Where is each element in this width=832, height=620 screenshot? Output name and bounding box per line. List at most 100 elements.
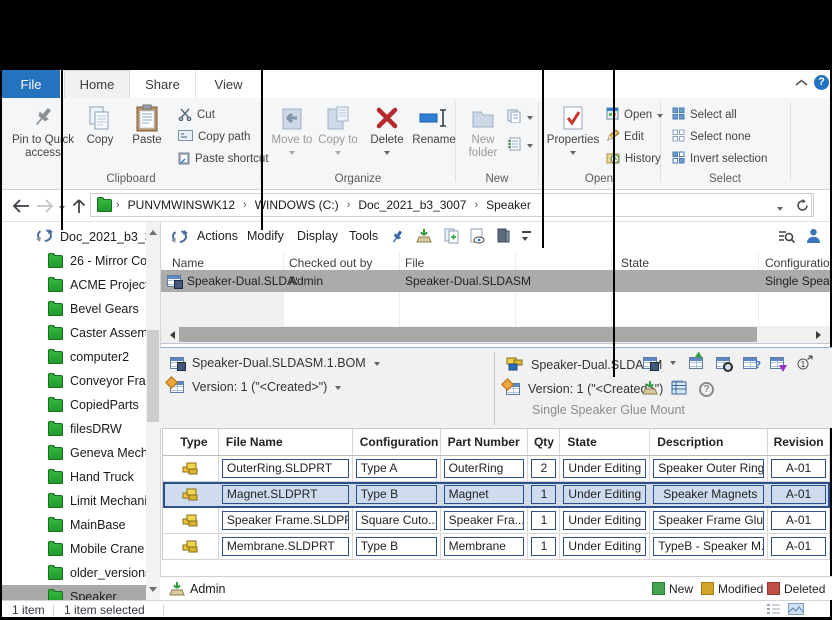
scroll-down-icon[interactable] [149, 587, 157, 596]
bom-cell-part-number[interactable]: Magnet [444, 485, 525, 504]
tab-home[interactable]: Home [64, 70, 130, 98]
bom-col-file-name[interactable]: File Name [219, 429, 353, 455]
bom-cell-description-modified[interactable]: Speaker Magnets [653, 485, 764, 504]
bom-cell-description[interactable]: TypeB - Speaker M... [653, 537, 764, 556]
tree-scrollbar-thumb[interactable] [147, 330, 159, 422]
menu-actions[interactable]: Actions [197, 229, 238, 243]
tree-item[interactable]: Bevel Gears [2, 297, 160, 321]
file-list-hscrollbar[interactable] [161, 326, 830, 344]
new-item-button[interactable] [507, 108, 533, 126]
breadcrumb-segment[interactable]: PUNVMWINSWK12 [124, 198, 239, 212]
bom-cell-part-number[interactable]: Membrane [444, 537, 525, 556]
pdm-search-icon[interactable] [778, 229, 795, 247]
bom-grid-view-icon[interactable] [671, 381, 687, 398]
bom-version-selector[interactable]: Version: 1 ("<Created>") [170, 380, 341, 394]
help-icon[interactable] [814, 75, 829, 90]
breadcrumb-segment[interactable]: WINDOWS (C:) [251, 198, 343, 212]
tree-item[interactable]: MainBase [2, 513, 160, 537]
bom-help-icon[interactable] [699, 382, 714, 397]
new-folder-button[interactable]: New folder [462, 102, 504, 160]
bom-col-configuration[interactable]: Configuration [353, 429, 441, 455]
move-to-button[interactable]: Move to [270, 102, 314, 158]
bom-cell-qty[interactable]: 1 [531, 511, 556, 530]
toolbar-overflow-icon[interactable] [522, 231, 531, 247]
copy-path-button[interactable]: Copy path [178, 128, 250, 146]
menu-tools[interactable]: Tools [349, 229, 378, 243]
bom-cell-file-name[interactable]: OuterRing.SLDPRT [222, 459, 349, 478]
select-all-button[interactable]: Select all [672, 106, 737, 124]
tree-item[interactable]: Hand Truck [2, 465, 160, 489]
compare-bom-icon[interactable] [716, 357, 730, 372]
preview-file-icon[interactable] [470, 228, 485, 247]
breadcrumb-segment[interactable]: Doc_2021_b3_3007 [354, 198, 470, 212]
check-in-bom-icon[interactable] [689, 357, 703, 372]
menu-modify[interactable]: Modify [247, 229, 284, 243]
bom-cell-file-name[interactable]: Membrane.SLDPRT [222, 537, 349, 556]
thumbnail-view-icon[interactable] [788, 603, 804, 618]
column-header-file[interactable]: File [405, 256, 505, 270]
details-view-icon[interactable] [766, 603, 781, 618]
bom-col-qty[interactable]: Qty [528, 429, 560, 455]
bom-cell-revision[interactable]: A-01 [771, 537, 826, 556]
column-header-name[interactable]: Name [172, 256, 272, 270]
copy-button[interactable]: Copy [78, 102, 122, 147]
tree-item[interactable]: computer2 [2, 345, 160, 369]
where-used-bom-icon[interactable]: ? [743, 357, 757, 372]
bom-row[interactable]: Membrane.SLDPRT Type B Membrane 1 Under … [163, 534, 830, 560]
tree-scrollbar[interactable] [146, 222, 160, 600]
bom-cell-revision[interactable]: A-01 [771, 485, 826, 504]
bom-row-selected[interactable]: Magnet.SLDPRT Type B Magnet 1 Under Edit… [163, 482, 830, 508]
save-bom-icon[interactable] [643, 357, 657, 372]
tree-item[interactable]: Geneva Mecha [2, 441, 160, 465]
pdm-user-icon[interactable] [806, 228, 821, 247]
bom-cell-configuration[interactable]: Type B [356, 537, 437, 556]
go-to-version-icon[interactable]: 1 [797, 355, 813, 373]
bom-cell-configuration[interactable]: Square Cuto... [356, 511, 437, 530]
copy-to-button[interactable]: Copy to [316, 102, 360, 158]
tab-file[interactable]: File [2, 70, 60, 98]
forward-icon[interactable] [36, 199, 54, 213]
check-in-icon[interactable] [415, 228, 433, 247]
menu-display[interactable]: Display [297, 229, 338, 243]
tree-item[interactable]: Limit Mechani [2, 489, 160, 513]
cut-button[interactable]: Cut [178, 106, 215, 124]
bom-cell-qty[interactable]: 1 [531, 485, 556, 504]
bom-check-in-icon[interactable] [641, 380, 659, 399]
filter-bom-icon[interactable] [770, 357, 784, 372]
tree-item[interactable]: 26 - Mirror Con [2, 249, 160, 273]
bom-col-state[interactable]: State [560, 429, 650, 455]
tree-item[interactable]: Mobile Crane [2, 537, 160, 561]
bom-selector[interactable]: Speaker-Dual.SLDASM.1.BOM [170, 356, 380, 370]
properties-button[interactable]: Properties [544, 102, 602, 158]
bom-cell-file-name[interactable]: Speaker Frame.SLDPRT [222, 511, 349, 530]
tree-item[interactable]: Caster Assemb [2, 321, 160, 345]
breadcrumb-segment[interactable]: Speaker [482, 198, 535, 212]
up-icon[interactable] [72, 198, 86, 214]
bom-cell-state[interactable]: Under Editing [563, 459, 646, 478]
tab-view[interactable]: View [196, 70, 262, 98]
edit-button[interactable]: Edit [606, 128, 644, 146]
hscrollbar-thumb[interactable] [179, 327, 757, 342]
bom-cell-qty[interactable]: 2 [531, 459, 556, 478]
select-none-button[interactable]: Select none [672, 128, 751, 146]
vault-view-icon[interactable] [497, 228, 510, 246]
bom-cell-part-number[interactable]: Speaker Fra... [444, 511, 525, 530]
column-header-configuration[interactable]: Configuration [765, 256, 830, 270]
rename-button[interactable]: Rename [410, 102, 458, 147]
scroll-left-icon[interactable] [166, 331, 175, 339]
bom-cell-revision[interactable]: A-01 [771, 511, 826, 530]
back-icon[interactable] [12, 199, 30, 213]
column-header-checked-out-by[interactable]: Checked out by [289, 256, 389, 270]
bom-row[interactable]: OuterRing.SLDPRT Type A OuterRing 2 Unde… [163, 456, 830, 482]
bom-cell-description[interactable]: Speaker Outer Ring [653, 459, 764, 478]
bom-cell-state[interactable]: Under Editing [563, 485, 646, 504]
bom-cell-state[interactable]: Under Editing [563, 511, 646, 530]
bom-cell-file-name[interactable]: Magnet.SLDPRT [222, 485, 349, 504]
invert-selection-button[interactable]: Invert selection [672, 150, 767, 168]
address-dropdown-caret[interactable] [777, 207, 783, 214]
tab-share[interactable]: Share [130, 70, 196, 98]
tree-item[interactable]: older_versions [2, 561, 160, 585]
tree-item[interactable]: CopiedParts [2, 393, 160, 417]
bom-cell-qty[interactable]: 1 [531, 537, 556, 556]
tree-item[interactable]: filesDRW [2, 417, 160, 441]
